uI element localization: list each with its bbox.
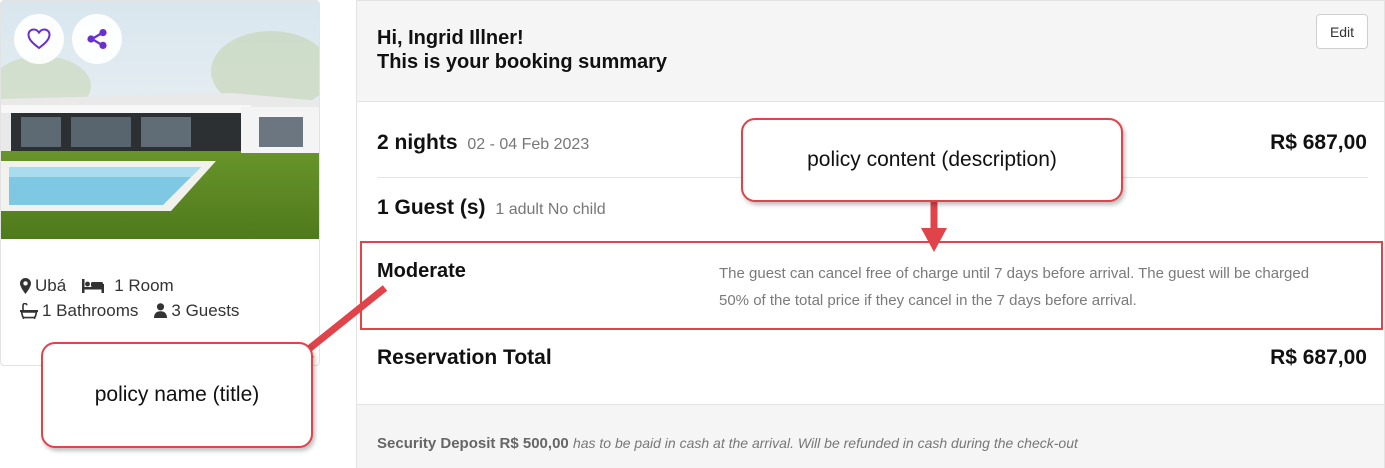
policy-description: The guest can cancel free of charge unti…	[719, 265, 1310, 309]
deposit-section: Security Deposit R$ 500,00 has to be pai…	[357, 404, 1384, 468]
deposit-note: has to be paid in cash at the arrival. W…	[572, 435, 1078, 451]
description-callout: policy content (description)	[741, 118, 1123, 202]
property-details: Ubá 1 Room 1 Bathrooms 3 Guests	[20, 273, 255, 323]
edit-button[interactable]: Edit	[1316, 14, 1368, 49]
user-icon	[154, 303, 168, 318]
summary-header: Hi, Ingrid Illner! This is your booking …	[357, 1, 1384, 102]
deposit-label: Security Deposit R$ 500,00	[377, 435, 569, 452]
bathrooms-text: 1 Bathrooms	[42, 301, 139, 320]
favorite-button[interactable]	[14, 14, 64, 64]
rooms-info: 1 Room	[82, 273, 174, 298]
map-pin-icon	[20, 277, 31, 294]
summary-subtitle: This is your booking summary	[377, 51, 668, 73]
guests-row: 1 Guest (s) 1 adult No child	[377, 196, 606, 220]
nights-row: 2 nights 02 - 04 Feb 2023	[377, 131, 589, 155]
guests-info: 3 Guests	[154, 298, 239, 323]
greeting-line: Hi, Ingrid Illner!	[377, 27, 524, 49]
security-deposit: Security Deposit R$ 500,00 has to be pai…	[377, 435, 1078, 452]
heart-icon	[27, 28, 51, 50]
booking-summary: Hi, Ingrid Illner! This is your booking …	[356, 0, 1385, 468]
policy-name: Moderate	[377, 260, 466, 282]
nights-label: 2 nights	[377, 131, 458, 154]
guests-text: 3 Guests	[171, 301, 240, 320]
rooms-text: 1 Room	[114, 276, 174, 295]
bathtub-icon	[20, 302, 38, 319]
share-icon	[87, 29, 107, 49]
property-photo[interactable]	[1, 1, 319, 239]
location-text: Ubá	[35, 276, 67, 295]
bed-icon	[82, 278, 105, 293]
location-info: Ubá	[20, 273, 66, 298]
greeting-title: Hi, Ingrid Illner! This is your booking …	[377, 26, 667, 74]
nights-price: R$ 687,00	[1270, 131, 1367, 154]
property-card: Ubá 1 Room 1 Bathrooms 3 Guests	[0, 0, 320, 366]
title-callout: policy name (title)	[41, 342, 313, 448]
stay-dates: 02 - 04 Feb 2023	[467, 136, 590, 153]
guests-label: 1 Guest (s)	[377, 196, 486, 219]
reservation-total-price: R$ 687,00	[1270, 346, 1367, 369]
share-button[interactable]	[72, 14, 122, 64]
reservation-total-label: Reservation Total	[377, 346, 552, 369]
bathrooms-info: 1 Bathrooms	[20, 298, 138, 323]
guests-detail: 1 adult No child	[495, 201, 606, 218]
